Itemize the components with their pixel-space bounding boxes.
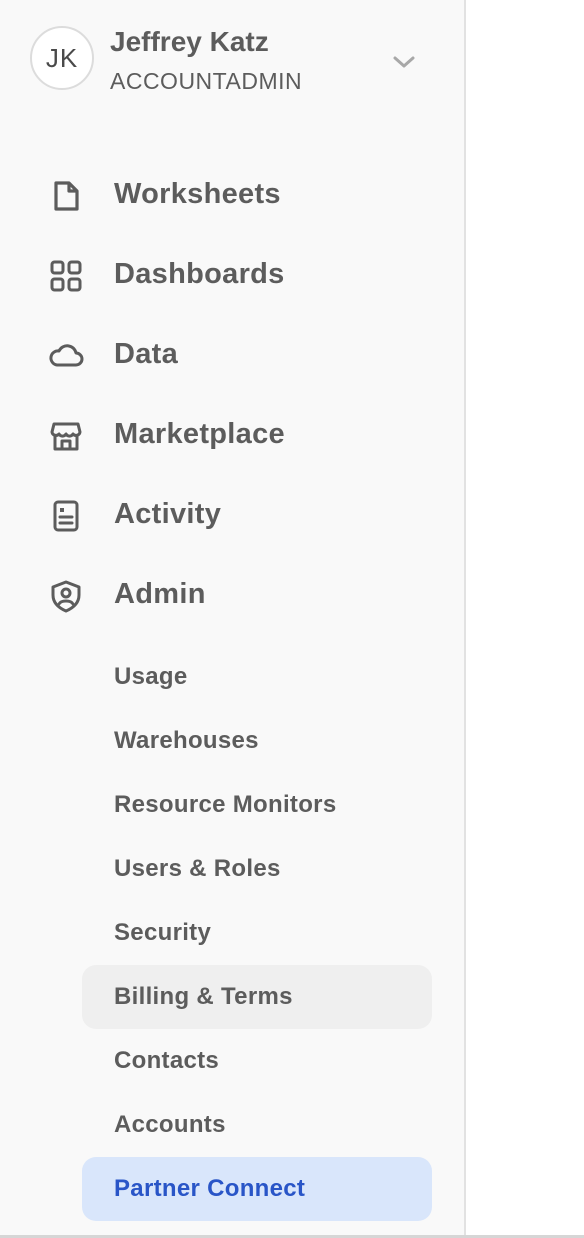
admin-shield-icon bbox=[44, 578, 88, 614]
subitem-label: Warehouses bbox=[114, 727, 259, 754]
admin-subitem-usage[interactable]: Usage bbox=[82, 645, 432, 709]
activity-log-icon bbox=[44, 498, 88, 534]
nav-label-data: Data bbox=[114, 338, 179, 370]
subitem-label: Contacts bbox=[114, 1047, 220, 1074]
user-role: ACCOUNTADMIN bbox=[110, 68, 303, 94]
storefront-icon bbox=[44, 418, 88, 454]
nav-label-marketplace: Marketplace bbox=[114, 418, 285, 450]
subitem-label: Users & Roles bbox=[114, 855, 281, 882]
admin-subitem-resource-monitors[interactable]: Resource Monitors bbox=[82, 773, 432, 837]
subitem-label: Resource Monitors bbox=[114, 791, 337, 818]
nav-item-data[interactable]: Data bbox=[0, 326, 440, 386]
grid-icon bbox=[44, 258, 88, 294]
admin-subitem-users-roles[interactable]: Users & Roles bbox=[82, 837, 432, 901]
user-menu-toggle[interactable]: JK Jeffrey Katz ACCOUNTADMIN bbox=[30, 26, 430, 98]
sidebar: JK Jeffrey Katz ACCOUNTADMIN Worksheets bbox=[0, 0, 466, 1236]
user-name: Jeffrey Katz bbox=[110, 26, 269, 57]
admin-subitem-partner-connect[interactable]: Partner Connect bbox=[82, 1157, 432, 1221]
subitem-label: Partner Connect bbox=[114, 1175, 306, 1202]
nav-label-dashboards: Dashboards bbox=[114, 258, 285, 290]
admin-subitem-warehouses[interactable]: Warehouses bbox=[82, 709, 432, 773]
main-content bbox=[466, 0, 584, 1236]
nav-item-admin[interactable]: Admin bbox=[0, 566, 440, 626]
admin-subitem-contacts[interactable]: Contacts bbox=[82, 1029, 432, 1093]
subitem-label: Security bbox=[114, 919, 212, 946]
nav-item-activity[interactable]: Activity bbox=[0, 486, 440, 546]
admin-subitem-accounts[interactable]: Accounts bbox=[82, 1093, 432, 1157]
subitem-label: Usage bbox=[114, 663, 188, 690]
avatar: JK bbox=[30, 26, 94, 90]
document-icon bbox=[44, 178, 88, 214]
nav-label-worksheets: Worksheets bbox=[114, 178, 281, 210]
nav-item-dashboards[interactable]: Dashboards bbox=[0, 246, 440, 306]
nav-item-marketplace[interactable]: Marketplace bbox=[0, 406, 440, 466]
admin-subitem-security[interactable]: Security bbox=[82, 901, 432, 965]
subitem-label: Accounts bbox=[114, 1111, 226, 1138]
nav-label-activity: Activity bbox=[114, 498, 222, 530]
subitem-label: Billing & Terms bbox=[114, 983, 293, 1010]
cloud-icon bbox=[44, 338, 88, 374]
nav-item-worksheets[interactable]: Worksheets bbox=[0, 166, 440, 226]
chevron-down-icon[interactable] bbox=[390, 48, 418, 76]
nav-label-admin: Admin bbox=[114, 578, 206, 610]
admin-subitem-billing-terms[interactable]: Billing & Terms bbox=[82, 965, 432, 1029]
avatar-initials: JK bbox=[45, 42, 79, 73]
